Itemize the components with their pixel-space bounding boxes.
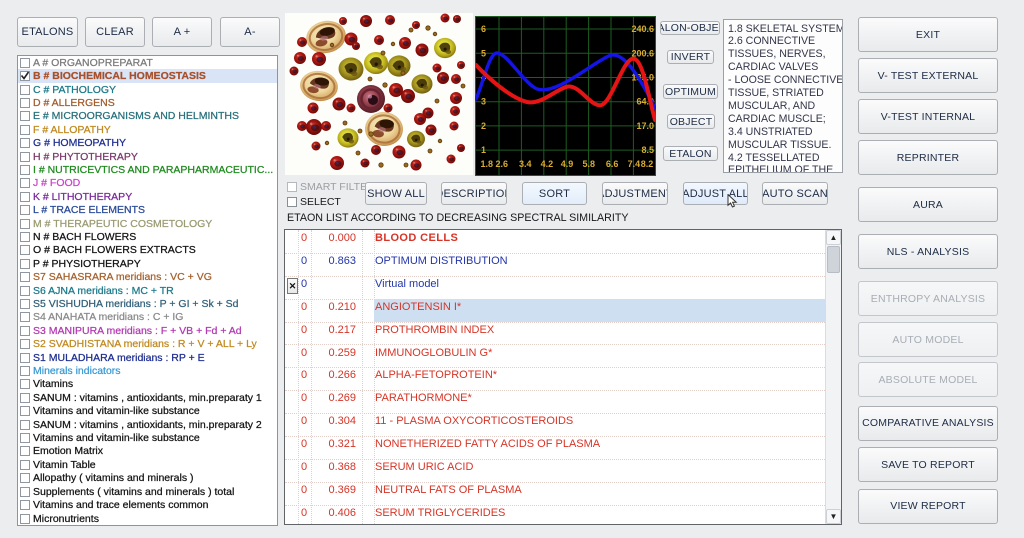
svg-text:3: 3 [481,97,486,107]
svg-text:200.6: 200.6 [631,48,654,58]
svg-text:6.6: 6.6 [606,159,619,169]
svg-text:7.4: 7.4 [628,159,641,169]
svg-text:3.4: 3.4 [519,159,532,169]
svg-text:4.2: 4.2 [541,159,554,169]
svg-text:2.6: 2.6 [496,159,509,169]
svg-text:8.2: 8.2 [641,159,654,169]
svg-text:17.0: 17.0 [636,121,654,131]
svg-text:1.8: 1.8 [480,159,493,169]
svg-text:240.6: 240.6 [631,24,654,34]
svg-text:4.9: 4.9 [561,159,574,169]
svg-text:5.8: 5.8 [582,159,595,169]
svg-text:2: 2 [481,121,486,131]
svg-text:8.5: 8.5 [641,145,654,155]
svg-text:6: 6 [481,24,486,34]
svg-text:1: 1 [481,145,486,155]
svg-text:5: 5 [481,48,486,58]
